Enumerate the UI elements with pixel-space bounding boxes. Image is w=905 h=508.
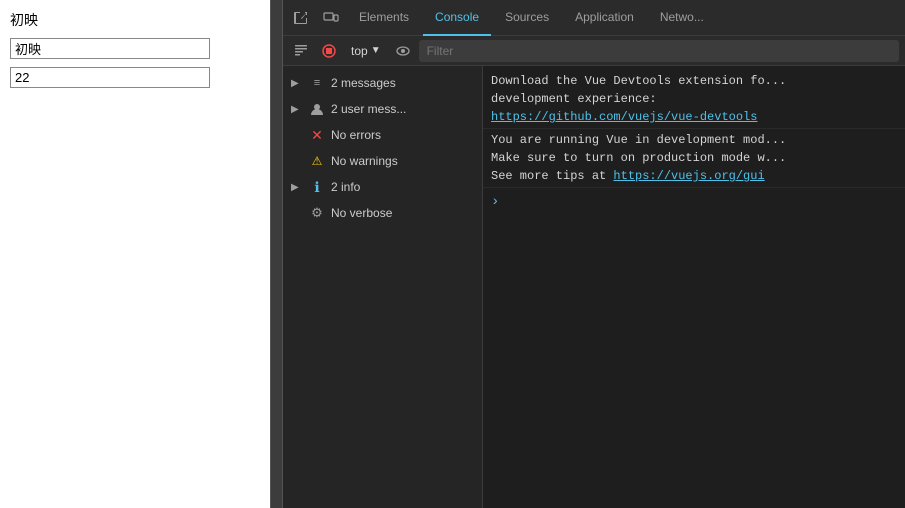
tab-sources[interactable]: Sources — [493, 0, 561, 36]
user-icon — [309, 101, 325, 117]
info-icon: ℹ — [309, 179, 325, 195]
chevron-down-icon: ▼ — [371, 45, 381, 56]
console-link-2[interactable]: https://vuejs.org/gui — [613, 169, 764, 183]
eye-icon[interactable] — [391, 39, 415, 63]
tab-application[interactable]: Application — [563, 0, 646, 36]
arrow-icon: ▶ — [291, 104, 303, 115]
verbose-icon: ⚙ — [309, 205, 325, 221]
sidebar-label-info: 2 info — [331, 180, 360, 194]
devtools-tab-bar: Elements Console Sources Application Net… — [283, 0, 905, 36]
list-icon: ≡ — [309, 75, 325, 91]
devtools-divider — [270, 0, 283, 508]
console-prompt[interactable]: › — [483, 188, 905, 217]
sidebar-label-verbose: No verbose — [331, 206, 392, 220]
context-label: top — [351, 44, 368, 58]
webpage-label: 初映 — [10, 10, 260, 30]
context-selector[interactable]: top ▼ — [345, 42, 387, 60]
inspect-element-icon[interactable] — [287, 4, 315, 32]
devtools-content: ▶ ≡ 2 messages ▶ 2 user mess... ▶ ✕ No e… — [283, 66, 905, 508]
sidebar-item-user-messages[interactable]: ▶ 2 user mess... — [283, 96, 482, 122]
console-link-1[interactable]: https://github.com/vuejs/vue-devtools — [491, 110, 757, 124]
webpage-input-2[interactable] — [10, 67, 210, 88]
sidebar-item-errors[interactable]: ▶ ✕ No errors — [283, 122, 482, 148]
console-message-2: You are running Vue in development mod..… — [483, 129, 905, 188]
arrow-icon: ▶ — [291, 182, 303, 193]
device-toolbar-icon[interactable] — [317, 4, 345, 32]
sidebar-item-verbose[interactable]: ▶ ⚙ No verbose — [283, 200, 482, 226]
filter-input[interactable] — [419, 40, 899, 62]
sidebar-label-user-messages: 2 user mess... — [331, 102, 406, 116]
clear-console-icon[interactable] — [289, 39, 313, 63]
console-output: Download the Vue Devtools extension fo..… — [483, 66, 905, 508]
sidebar-label-messages: 2 messages — [331, 76, 396, 90]
devtools-panel: Elements Console Sources Application Net… — [283, 0, 905, 508]
arrow-icon: ▶ — [291, 78, 303, 89]
tab-network[interactable]: Netwo... — [648, 0, 716, 36]
tab-elements[interactable]: Elements — [347, 0, 421, 36]
sidebar-item-messages[interactable]: ▶ ≡ 2 messages — [283, 70, 482, 96]
console-message-1-text: Download the Vue Devtools extension fo..… — [491, 74, 786, 106]
webpage-input-1[interactable] — [10, 38, 210, 59]
devtools-toolbar: top ▼ — [283, 36, 905, 66]
tab-console[interactable]: Console — [423, 0, 491, 36]
console-message-1: Download the Vue Devtools extension fo..… — [483, 70, 905, 129]
sidebar-item-warnings[interactable]: ▶ ⚠ No warnings — [283, 148, 482, 174]
error-icon: ✕ — [309, 127, 325, 143]
console-sidebar: ▶ ≡ 2 messages ▶ 2 user mess... ▶ ✕ No e… — [283, 66, 483, 508]
sidebar-label-errors: No errors — [331, 128, 381, 142]
warning-icon: ⚠ — [309, 153, 325, 169]
webpage-area: 初映 — [0, 0, 270, 508]
sidebar-label-warnings: No warnings — [331, 154, 398, 168]
stop-recording-icon[interactable] — [317, 39, 341, 63]
sidebar-item-info[interactable]: ▶ ℹ 2 info — [283, 174, 482, 200]
